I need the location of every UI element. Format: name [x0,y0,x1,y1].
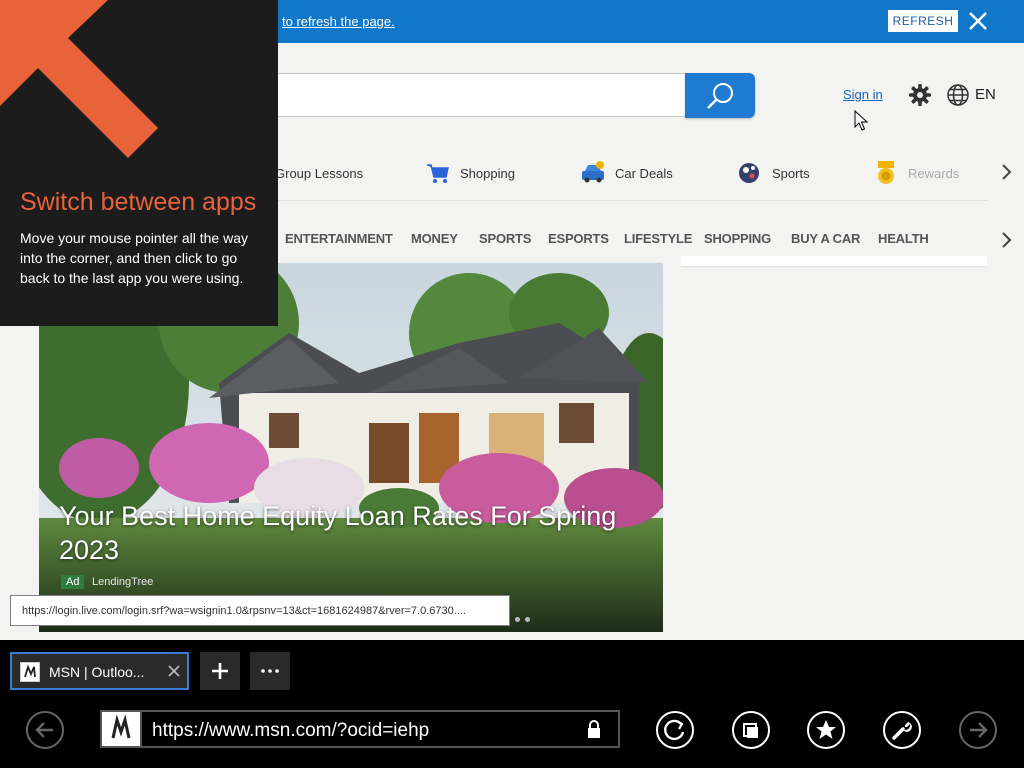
nav-money[interactable]: MONEY [411,231,458,246]
quick-link-shopping[interactable]: Shopping [425,160,515,186]
quick-link-label: Car Deals [615,165,673,181]
rewards-medal-icon [878,161,894,184]
mouse-cursor-icon [854,110,868,131]
search-input[interactable] [270,73,685,117]
search-icon [707,83,733,109]
quick-link-label: Group Lessons [275,165,364,181]
address-text[interactable]: https://www.msn.com/?ocid=iehp [152,720,429,742]
tip-title: Switch between apps [20,188,257,216]
refresh-button[interactable]: REFRESH [888,10,958,32]
msn-favicon-icon [20,662,40,682]
notification-refresh-link[interactable]: to refresh the page. [282,14,395,29]
address-bar[interactable]: https://www.msn.com/?ocid=iehp [100,710,620,748]
car-icon [582,161,604,183]
more-icon [261,669,279,673]
nav-lifestyle[interactable]: LIFESTYLE [624,231,692,246]
close-icon[interactable] [965,8,991,34]
quick-links-next-icon[interactable] [996,161,1016,183]
shopping-cart-icon [427,164,449,183]
plus-icon [212,663,228,679]
corner-arrow-icon [0,0,158,158]
nav-next-icon[interactable] [996,229,1016,251]
search-button[interactable] [685,73,755,118]
msn-logo-icon [111,714,131,739]
status-url-tooltip: https://login.live.com/login.srf?wa=wsig… [10,595,510,626]
back-icon[interactable] [25,710,65,750]
quick-link-label: Shopping [460,165,515,181]
refresh-icon[interactable] [655,710,695,750]
sign-in-link[interactable]: Sign in [843,87,883,102]
quick-link-sports[interactable]: Sports [737,160,810,186]
nav-shopping[interactable]: SHOPPING [704,231,771,246]
quick-link-rewards[interactable]: Rewards [873,160,959,186]
nav-buy-a-car[interactable]: BUY A CAR [791,231,860,246]
favorites-icon[interactable] [806,710,846,750]
gear-icon[interactable] [908,83,932,107]
quick-link-label: Rewards [908,165,960,181]
divider [270,200,988,201]
right-panel [681,256,987,267]
carousel-dots [515,609,535,627]
browser-tab[interactable]: MSN | Outloo... [10,652,189,690]
quick-link-label: Sports [772,165,810,181]
nav-health[interactable]: HEALTH [878,231,929,246]
tabs-icon[interactable] [731,710,771,750]
switch-apps-tip: Switch between apps Move your mouse poin… [0,0,278,326]
hero-title[interactable]: Your Best Home Equity Loan Rates For Spr… [59,499,639,567]
forward-icon[interactable] [958,710,998,750]
tab-title: MSN | Outloo... [49,664,145,680]
nav-sports[interactable]: SPORTS [479,231,531,246]
globe-icon[interactable] [946,83,970,107]
tip-body: Move your mouse pointer all the way into… [20,230,248,286]
ad-badge: Ad [61,575,85,589]
nav-esports[interactable]: ESPORTS [548,231,609,246]
sports-ball-icon [739,163,759,183]
language-selector[interactable]: EN [975,86,996,103]
quick-link-group-lessons[interactable]: Group Lessons [275,160,363,186]
close-tab-icon[interactable] [167,664,181,678]
site-favicon [102,712,142,746]
lock-icon[interactable] [586,720,602,740]
new-tab-button[interactable] [200,652,240,690]
quick-link-car-deals[interactable]: Car Deals [580,160,673,186]
nav-entertainment[interactable]: ENTERTAINMENT [285,231,393,246]
ad-source: LendingTree [92,576,154,588]
tab-options-button[interactable] [250,652,290,690]
tools-icon[interactable] [882,710,922,750]
